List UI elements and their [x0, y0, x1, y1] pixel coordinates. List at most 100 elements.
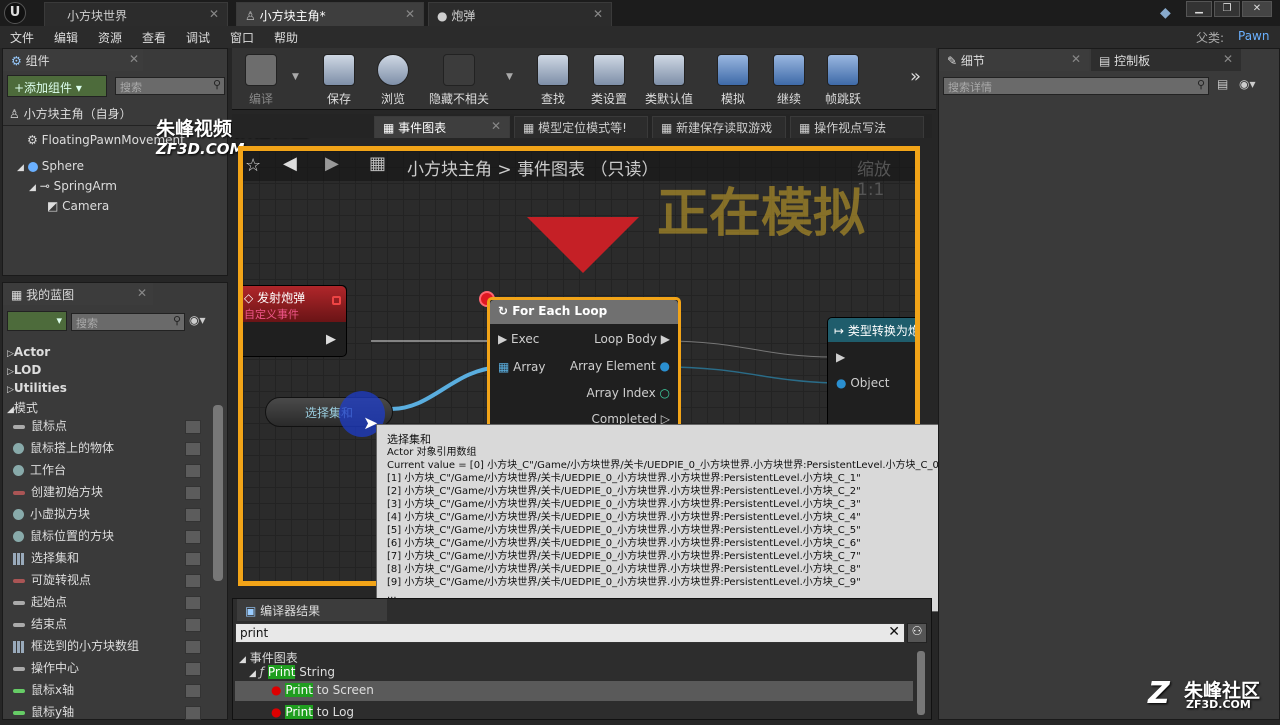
- binoculars-icon[interactable]: ⚇: [907, 623, 927, 643]
- loop-body-pin[interactable]: Loop Body ▶: [594, 332, 670, 346]
- expand-icon[interactable]: ◢: [7, 405, 14, 415]
- list-view-icon[interactable]: ▤: [1217, 77, 1228, 91]
- close-icon[interactable]: ✕: [209, 7, 219, 21]
- visibility-toggle-icon[interactable]: [185, 596, 201, 610]
- find-input[interactable]: print ✕: [235, 623, 905, 643]
- variable-row[interactable]: 选择集和: [13, 549, 209, 571]
- resume-button[interactable]: 继续: [762, 50, 816, 108]
- variable-row[interactable]: 鼠标位置的方块: [13, 527, 209, 549]
- minimize-button[interactable]: ▁: [1186, 1, 1212, 17]
- chevron-down-icon[interactable]: ▼: [506, 72, 513, 82]
- visibility-toggle-icon[interactable]: [185, 486, 201, 500]
- menu-view[interactable]: 查看: [142, 29, 166, 46]
- save-button[interactable]: 保存: [312, 50, 366, 108]
- close-window-button[interactable]: ✕: [1242, 1, 1272, 17]
- tab-details[interactable]: ✎ 细节 ✕: [939, 49, 1089, 71]
- variable-row[interactable]: 操作中心: [13, 659, 209, 681]
- visibility-toggle-icon[interactable]: [185, 464, 201, 478]
- visibility-toggle-icon[interactable]: [185, 706, 201, 720]
- tab-world[interactable]: 小方块世界 ✕: [44, 2, 228, 26]
- notification-icon[interactable]: ◆: [1160, 5, 1171, 21]
- close-icon[interactable]: ✕: [405, 7, 415, 21]
- result-item-screen[interactable]: ● Print to Screen: [235, 681, 913, 701]
- visibility-toggle-icon[interactable]: [185, 530, 201, 544]
- visibility-toggle-icon[interactable]: [185, 618, 201, 632]
- foreach-node[interactable]: ↻ For Each Loop ▶ Exec ▦ Array Loop Body…: [487, 297, 681, 437]
- add-new-button[interactable]: ▾: [7, 311, 67, 331]
- visibility-toggle-icon[interactable]: [185, 420, 201, 434]
- self-row[interactable]: ♙ 小方块主角（自身）: [9, 105, 132, 122]
- frame-skip-button[interactable]: 帧跳跃: [816, 50, 870, 108]
- array-index-pin[interactable]: Array Index ○: [587, 386, 670, 400]
- menu-debug[interactable]: 调试: [186, 29, 210, 46]
- more-chevron-icon[interactable]: »: [910, 66, 921, 87]
- tree-item-camera[interactable]: ◩ Camera: [47, 199, 109, 213]
- variable-row[interactable]: 鼠标x轴: [13, 681, 209, 703]
- category-actor[interactable]: ▷Actor: [7, 345, 207, 363]
- visibility-toggle-icon[interactable]: [185, 442, 201, 456]
- menu-file[interactable]: 文件: [10, 29, 34, 46]
- tree-item-sphere[interactable]: ◢ Sphere: [17, 159, 84, 173]
- browse-button[interactable]: 浏览: [366, 50, 420, 108]
- components-search-input[interactable]: 搜索 ⚲: [115, 77, 225, 95]
- array-element-pin[interactable]: Array Element ●: [570, 359, 670, 373]
- delegate-pin[interactable]: [332, 296, 341, 305]
- simulate-button[interactable]: 模拟: [706, 50, 760, 108]
- close-icon[interactable]: ✕: [129, 52, 139, 66]
- eye-icon[interactable]: ◉▾: [1239, 77, 1256, 91]
- variable-row[interactable]: 鼠标搭上的物体: [13, 439, 209, 461]
- object-in-pin[interactable]: ● Object: [836, 376, 889, 390]
- class-settings-button[interactable]: 类设置: [582, 50, 636, 108]
- close-icon[interactable]: ✕: [593, 7, 603, 21]
- close-icon[interactable]: ✕: [1223, 52, 1233, 66]
- expand-icon[interactable]: ◢: [239, 655, 246, 665]
- graph-tab-view[interactable]: ▦ 操作视点写法: [790, 116, 924, 138]
- graph-tab-event[interactable]: ▦ 事件图表 ✕: [374, 116, 510, 138]
- variable-row[interactable]: 工作台: [13, 461, 209, 483]
- result-item-log[interactable]: ● Print to Log: [271, 705, 354, 719]
- variable-row[interactable]: 框选到的小方块数组: [13, 637, 209, 659]
- exec-in-pin[interactable]: ▶ Exec: [498, 332, 539, 346]
- tab-compiler-results[interactable]: ▣ 编译器结果: [237, 599, 387, 621]
- result-function[interactable]: ◢ ƒ Print String: [249, 665, 335, 679]
- category-lod[interactable]: ▷LOD: [7, 363, 207, 381]
- variable-row[interactable]: 创建初始方块: [13, 483, 209, 505]
- add-component-button[interactable]: +添加组件 ▾: [7, 75, 107, 97]
- tree-item-springarm[interactable]: ◢ ⊸ SpringArm: [29, 179, 117, 193]
- visibility-toggle-icon[interactable]: [185, 684, 201, 698]
- category-utilities[interactable]: ▷Utilities: [7, 381, 207, 399]
- find-button[interactable]: 查找: [526, 50, 580, 108]
- result-root[interactable]: ◢ 事件图表: [239, 649, 298, 666]
- tab-components[interactable]: ⚙ 组件 ✕: [3, 49, 143, 71]
- exec-in-pin[interactable]: ▶: [836, 350, 845, 364]
- visibility-toggle-icon[interactable]: [185, 640, 201, 654]
- graph-tab-model[interactable]: ▦ 模型定位模式等!: [514, 116, 648, 138]
- category-mode[interactable]: ◢模式: [7, 399, 207, 417]
- variable-row[interactable]: 起始点: [13, 593, 209, 615]
- expand-icon[interactable]: ▷: [7, 385, 14, 395]
- eye-icon[interactable]: ◉▾: [189, 313, 206, 327]
- menu-window[interactable]: 窗口: [230, 29, 254, 46]
- menu-help[interactable]: 帮助: [274, 29, 298, 46]
- menu-asset[interactable]: 资源: [98, 29, 122, 46]
- close-icon[interactable]: ✕: [491, 119, 501, 133]
- variable-row[interactable]: 可旋转视点: [13, 571, 209, 593]
- details-search-input[interactable]: 搜索详情 ⚲: [943, 77, 1209, 95]
- expand-icon[interactable]: ▷: [7, 349, 14, 359]
- parent-class-link[interactable]: Pawn: [1238, 29, 1269, 43]
- chevron-down-icon[interactable]: ▼: [292, 72, 299, 82]
- visibility-toggle-icon[interactable]: [185, 662, 201, 676]
- variable-row[interactable]: 小虚拟方块: [13, 505, 209, 527]
- event-node[interactable]: ◇ 发射炮弹 自定义事件 ▶: [243, 285, 347, 357]
- visibility-toggle-icon[interactable]: [185, 552, 201, 566]
- close-icon[interactable]: ✕: [137, 286, 147, 300]
- tab-my-blueprint[interactable]: ▦ 我的蓝图 ✕: [3, 283, 153, 305]
- compile-button[interactable]: 编译: [234, 50, 288, 108]
- exec-out-pin[interactable]: ▶: [326, 332, 336, 347]
- variable-row[interactable]: 结束点: [13, 615, 209, 637]
- expand-icon[interactable]: ◢: [29, 183, 36, 193]
- expand-icon[interactable]: ◢: [249, 669, 256, 679]
- expand-icon[interactable]: ▷: [7, 367, 14, 377]
- scrollbar[interactable]: [213, 405, 223, 581]
- tab-shell[interactable]: ● 炮弹 ✕: [428, 2, 612, 26]
